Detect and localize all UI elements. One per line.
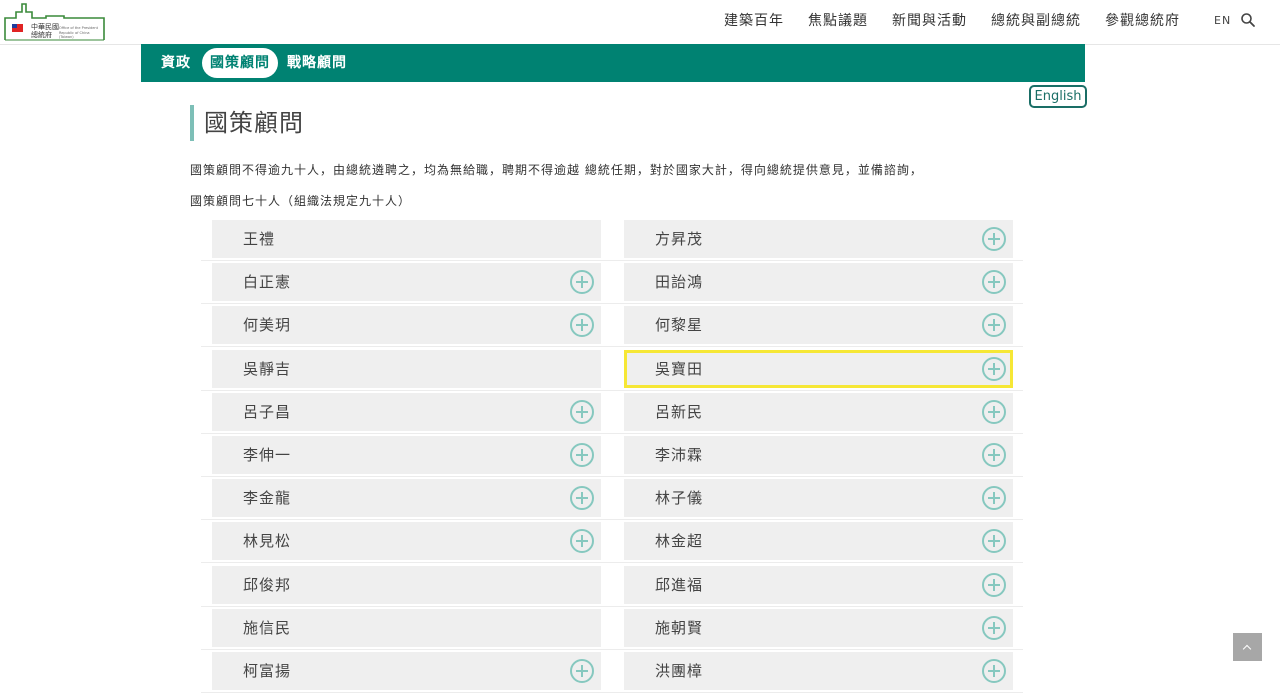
expand-plus-icon[interactable]: [982, 529, 1006, 553]
advisor-item[interactable]: 吳寶田: [624, 350, 1013, 388]
site-logo[interactable]: 中華民國 總統府 Office of the President Republi…: [4, 2, 106, 42]
advisor-item[interactable]: 田詒鴻: [624, 263, 1013, 301]
advisor-name: 呂新民: [655, 403, 704, 421]
advisor-item[interactable]: 李伸一: [212, 436, 601, 474]
expand-plus-icon[interactable]: [982, 313, 1006, 337]
advisor-item[interactable]: 方昇茂: [624, 220, 1013, 258]
advisor-name: 吳寶田: [655, 360, 704, 378]
advisor-item[interactable]: 何美玥: [212, 306, 601, 344]
row-divider: [201, 606, 1023, 607]
expand-plus-icon[interactable]: [570, 529, 594, 553]
advisor-name: 邱俊邦: [243, 576, 292, 594]
expand-plus-icon[interactable]: [570, 443, 594, 467]
row-divider: [201, 649, 1023, 650]
expand-plus-icon[interactable]: [570, 400, 594, 424]
advisor-name: 施朝賢: [655, 619, 704, 637]
expand-plus-icon[interactable]: [982, 357, 1006, 381]
expand-plus-icon[interactable]: [982, 400, 1006, 424]
nav-item[interactable]: 焦點議題: [808, 12, 868, 30]
english-button[interactable]: English: [1029, 85, 1087, 108]
advisor-name: 柯富揚: [243, 662, 292, 680]
page-title: 國策顧問: [204, 109, 304, 137]
row-divider: [201, 476, 1023, 477]
advisor-item[interactable]: 林見松: [212, 522, 601, 560]
advisor-item[interactable]: 施朝賢: [624, 609, 1013, 647]
advisor-name: 方昇茂: [655, 230, 704, 248]
advisor-count-note: 國策顧問七十人（組織法規定九十人）: [190, 194, 412, 208]
advisor-item[interactable]: 林子儀: [624, 479, 1013, 517]
nav-item[interactable]: 總統與副總統: [991, 12, 1081, 30]
expand-plus-icon[interactable]: [570, 659, 594, 683]
advisor-name: 白正憲: [243, 273, 292, 291]
advisor-name: 林子儀: [655, 489, 704, 507]
nav-item[interactable]: 建築百年: [724, 12, 784, 30]
row-divider: [201, 562, 1023, 563]
advisor-item[interactable]: 李金龍: [212, 479, 601, 517]
expand-plus-icon[interactable]: [982, 486, 1006, 510]
row-divider: [201, 260, 1023, 261]
expand-plus-icon[interactable]: [982, 443, 1006, 467]
advisor-item[interactable]: 呂子昌: [212, 393, 601, 431]
advisor-item[interactable]: 呂新民: [624, 393, 1013, 431]
top-header: 中華民國 總統府 Office of the President Republi…: [0, 0, 1280, 45]
advisor-name: 李沛霖: [655, 446, 704, 464]
advisor-name: 王禮: [243, 230, 276, 248]
title-accent-bar: [190, 105, 194, 141]
advisor-name: 施信民: [243, 619, 292, 637]
advisor-item[interactable]: 柯富揚: [212, 652, 601, 690]
tab-national-policy-advisors[interactable]: 國策顧問: [202, 48, 278, 78]
main-nav: 建築百年 焦點議題 新聞與活動 總統與副總統 參觀總統府: [700, 12, 1180, 30]
nav-item[interactable]: 新聞與活動: [892, 12, 967, 30]
advisor-name: 呂子昌: [243, 403, 292, 421]
advisor-name: 洪團樟: [655, 662, 704, 680]
expand-plus-icon[interactable]: [982, 616, 1006, 640]
logo-text-line1: 中華民國: [31, 23, 59, 31]
advisor-item[interactable]: 白正憲: [212, 263, 601, 301]
advisor-item[interactable]: 邱進福: [624, 566, 1013, 604]
advisor-name: 林金超: [655, 532, 704, 550]
tab-senior-advisors[interactable]: 資政: [153, 48, 199, 78]
logo-text-line2: 總統府: [31, 31, 52, 39]
expand-plus-icon[interactable]: [982, 573, 1006, 597]
advisor-name: 田詒鴻: [655, 273, 704, 291]
row-divider: [201, 519, 1023, 520]
advisor-name: 李金龍: [243, 489, 292, 507]
advisor-name: 何美玥: [243, 316, 292, 334]
search-icon[interactable]: [1240, 12, 1256, 28]
back-to-top-button[interactable]: [1233, 633, 1262, 661]
nav-item[interactable]: 參觀總統府: [1105, 12, 1180, 30]
expand-plus-icon[interactable]: [982, 270, 1006, 294]
advisor-name: 吳靜吉: [243, 360, 292, 378]
advisor-name: 何黎星: [655, 316, 704, 334]
advisor-item[interactable]: 洪團樟: [624, 652, 1013, 690]
advisor-name: 邱進福: [655, 576, 704, 594]
advisor-item[interactable]: 吳靜吉: [212, 350, 601, 388]
tab-strategy-advisors[interactable]: 戰略顧問: [279, 48, 355, 78]
language-switch-en[interactable]: EN: [1214, 14, 1231, 27]
expand-plus-icon[interactable]: [570, 270, 594, 294]
advisor-item[interactable]: 邱俊邦: [212, 566, 601, 604]
logo-text-english: Office of the President Republic of Chin…: [59, 26, 98, 40]
page-description: 國策顧問不得逾九十人，由總統遴聘之，均為無給職，聘期不得逾越 總統任期，對於國家…: [190, 163, 923, 177]
row-divider: [201, 346, 1023, 347]
row-divider: [201, 303, 1023, 304]
sub-nav: 資政 國策顧問 戰略顧問: [141, 44, 1085, 82]
advisor-item[interactable]: 何黎星: [624, 306, 1013, 344]
expand-plus-icon[interactable]: [570, 313, 594, 337]
advisor-item[interactable]: 施信民: [212, 609, 601, 647]
advisor-item[interactable]: 李沛霖: [624, 436, 1013, 474]
advisor-name: 林見松: [243, 532, 292, 550]
advisor-item[interactable]: 林金超: [624, 522, 1013, 560]
expand-plus-icon[interactable]: [982, 659, 1006, 683]
expand-plus-icon[interactable]: [570, 486, 594, 510]
advisor-name: 李伸一: [243, 446, 292, 464]
row-divider: [201, 390, 1023, 391]
expand-plus-icon[interactable]: [982, 227, 1006, 251]
row-divider: [201, 433, 1023, 434]
advisor-item[interactable]: 王禮: [212, 220, 601, 258]
